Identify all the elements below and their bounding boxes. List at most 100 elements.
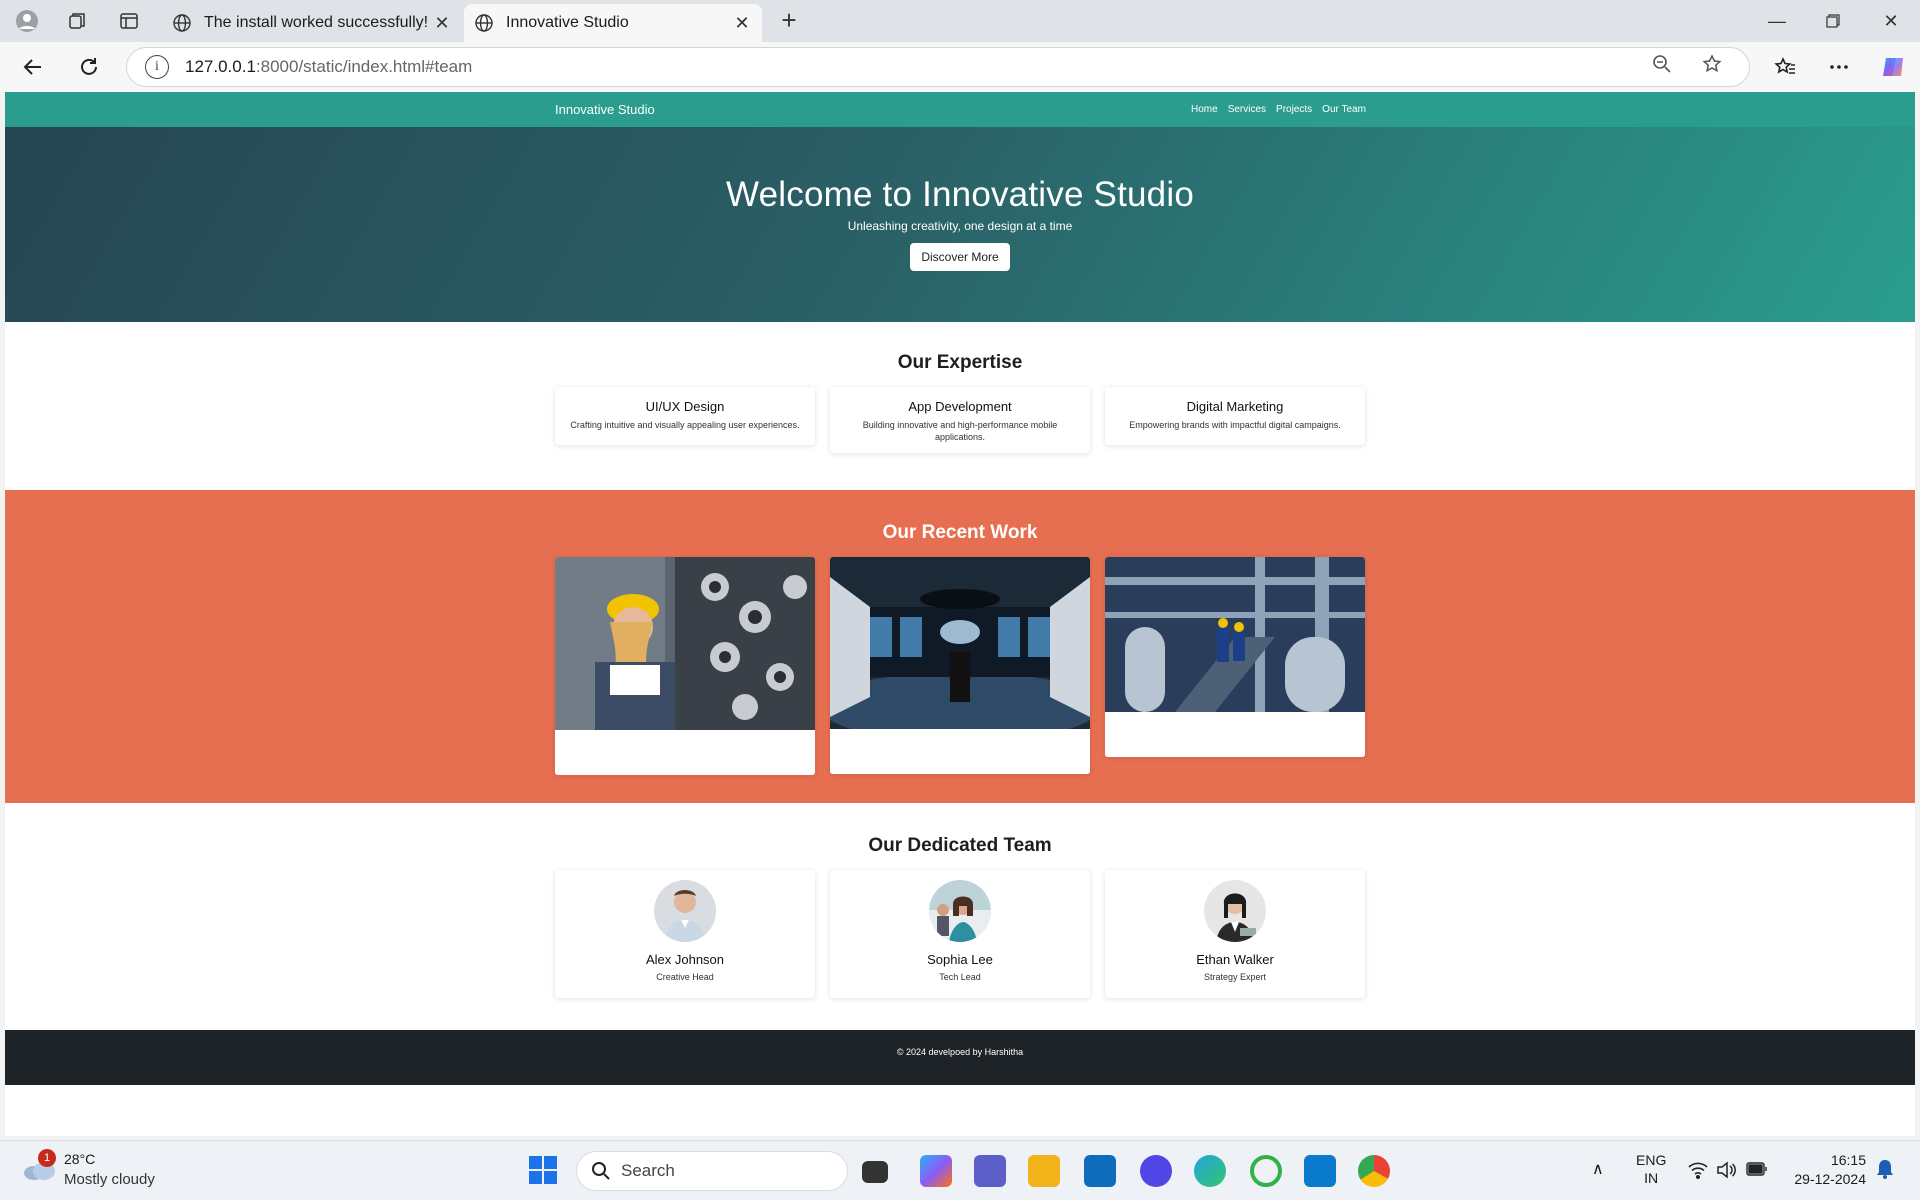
clock-time: 16:15 <box>1830 1152 1866 1168</box>
globe-icon <box>173 14 191 32</box>
notification-badge: 1 <box>38 1149 56 1167</box>
workspaces-icon[interactable] <box>62 6 92 36</box>
expertise-card: UI/UX Design Crafting intuitive and visu… <box>555 387 815 445</box>
member-role: Tech Lead <box>939 972 981 982</box>
chrome-icon[interactable] <box>1358 1155 1390 1187</box>
search-icon <box>592 1162 610 1180</box>
expertise-section: Our Expertise UI/UX Design Crafting intu… <box>5 322 1915 490</box>
section-heading: Our Expertise <box>897 352 1023 373</box>
profile-icon[interactable] <box>12 6 42 36</box>
tab-install-worked[interactable]: The install worked successfully! Co ✕ <box>162 4 462 42</box>
copilot-icon[interactable] <box>1876 50 1910 84</box>
favorite-star-icon[interactable] <box>1699 54 1725 80</box>
section-heading: Our Recent Work <box>882 522 1038 543</box>
project-image-futuristic-lab <box>830 557 1090 742</box>
file-explorer-icon[interactable] <box>1028 1155 1060 1187</box>
card-description: Empowering brands with impactful digital… <box>1129 420 1341 430</box>
avatar <box>654 880 716 942</box>
tab-title: The install worked successfully! Co <box>204 14 432 31</box>
card-title: Digital Marketing <box>1186 399 1284 414</box>
member-name: Alex Johnson <box>645 952 725 967</box>
project-image-industrial-plant <box>1105 557 1365 712</box>
task-view-icon[interactable] <box>862 1161 888 1183</box>
card-title: UI/UX Design <box>645 399 725 414</box>
card-title: App Development <box>908 399 1012 414</box>
member-name: Ethan Walker <box>1196 952 1274 967</box>
member-name: Sophia Lee <box>927 952 993 967</box>
avatar <box>929 880 991 942</box>
hero-section: Welcome to Innovative Studio Unleashing … <box>5 127 1915 322</box>
team-section: Our Dedicated Team Alex Johnson Creative… <box>5 803 1915 1030</box>
url-bar[interactable]: i 127.0.0.1:8000/static/index.html#team <box>126 47 1750 87</box>
edge-icon[interactable] <box>1194 1155 1226 1187</box>
recent-work-section: Our Recent Work <box>5 490 1915 803</box>
close-icon[interactable]: ✕ <box>732 13 752 34</box>
project-card[interactable] <box>555 557 815 775</box>
team-member-card: Sophia Lee Tech Lead <box>830 870 1090 998</box>
avatar <box>1204 880 1266 942</box>
restore-button[interactable] <box>1810 6 1856 36</box>
notification-bell-icon[interactable] <box>1876 1159 1894 1200</box>
copilot-app-icon[interactable] <box>920 1155 952 1187</box>
more-options-icon[interactable] <box>1822 50 1856 84</box>
minimize-button[interactable]: — <box>1754 6 1800 36</box>
lang-code: ENG <box>1636 1152 1667 1168</box>
battery-icon[interactable] <box>1746 1162 1768 1200</box>
new-tab-button[interactable]: + <box>774 6 804 36</box>
close-icon[interactable]: ✕ <box>432 13 452 34</box>
tab-innovative-studio[interactable]: Innovative Studio ✕ <box>464 4 762 42</box>
discover-more-button[interactable]: Discover More <box>910 243 1010 271</box>
taskbar: 1 28°C Mostly cloudy Search ∧ ENG IN 16:… <box>0 1140 1920 1200</box>
favorites-icon[interactable] <box>1768 50 1802 84</box>
search-label: Search <box>621 1161 675 1180</box>
vertical-tabs-icon[interactable] <box>114 6 144 36</box>
page-viewport: Innovative Studio Home Services Projects… <box>5 92 1915 1136</box>
url-host: 127.0.0.1 <box>185 57 256 76</box>
volume-icon[interactable] <box>1716 1161 1736 1200</box>
clock-date: 29-12-2024 <box>1794 1171 1866 1187</box>
vscode-icon[interactable] <box>1304 1155 1336 1187</box>
expertise-card: App Development Building innovative and … <box>830 387 1090 453</box>
tab-title: Innovative Studio <box>506 14 629 31</box>
project-card-body <box>555 735 815 775</box>
language-indicator[interactable]: ENG IN <box>1636 1151 1666 1200</box>
store-icon[interactable] <box>1084 1155 1116 1187</box>
clock[interactable]: 16:15 29-12-2024 <box>1786 1151 1866 1200</box>
wifi-icon[interactable] <box>1688 1161 1708 1200</box>
footer-text: © 2024 develpoed by Harshitha <box>896 1047 1024 1057</box>
url-text[interactable]: 127.0.0.1:8000/static/index.html#team <box>185 57 1649 77</box>
reload-icon[interactable] <box>72 50 106 84</box>
weather-condition: Mostly cloudy <box>64 1171 155 1188</box>
site-info-icon[interactable]: i <box>145 55 169 79</box>
site-brand[interactable]: Innovative Studio <box>555 102 655 117</box>
nav-links: Home Services Projects Our Team <box>1191 104 1366 115</box>
nav-link-projects[interactable]: Projects <box>1276 104 1312 115</box>
refresh-app-icon[interactable] <box>1250 1155 1282 1187</box>
nav-link-team[interactable]: Our Team <box>1322 104 1366 115</box>
windows-start-icon[interactable] <box>528 1155 558 1185</box>
weather-temp: 28°C <box>64 1151 96 1167</box>
teams-icon[interactable] <box>974 1155 1006 1187</box>
project-card-body <box>1105 717 1365 757</box>
nav-link-home[interactable]: Home <box>1191 104 1218 115</box>
hero-subtitle: Unleashing creativity, one design at a t… <box>847 219 1073 233</box>
close-window-button[interactable]: ✕ <box>1868 6 1914 36</box>
address-bar-row: i 127.0.0.1:8000/static/index.html#team <box>0 42 1920 92</box>
member-role: Strategy Expert <box>1203 972 1267 982</box>
hero-title: Welcome to Innovative Studio <box>726 175 1194 214</box>
taskbar-search[interactable]: Search <box>576 1151 848 1191</box>
card-description: Crafting intuitive and visually appealin… <box>570 420 800 430</box>
app-icon[interactable] <box>1140 1155 1172 1187</box>
weather-widget[interactable]: 1 28°C Mostly cloudy <box>22 1149 172 1193</box>
back-icon[interactable] <box>16 50 50 84</box>
chevron-up-icon[interactable]: ∧ <box>1592 1159 1604 1200</box>
project-card[interactable] <box>1105 557 1365 757</box>
site-navbar: Innovative Studio Home Services Projects… <box>5 92 1915 127</box>
card-description: Building innovative and high-performance… <box>862 420 1058 442</box>
browser-tab-strip: The install worked successfully! Co ✕ In… <box>0 0 1920 42</box>
nav-link-services[interactable]: Services <box>1228 104 1266 115</box>
zoom-out-icon[interactable] <box>1649 54 1675 80</box>
project-card[interactable] <box>830 557 1090 774</box>
team-member-card: Ethan Walker Strategy Expert <box>1105 870 1365 998</box>
globe-icon <box>475 14 493 32</box>
